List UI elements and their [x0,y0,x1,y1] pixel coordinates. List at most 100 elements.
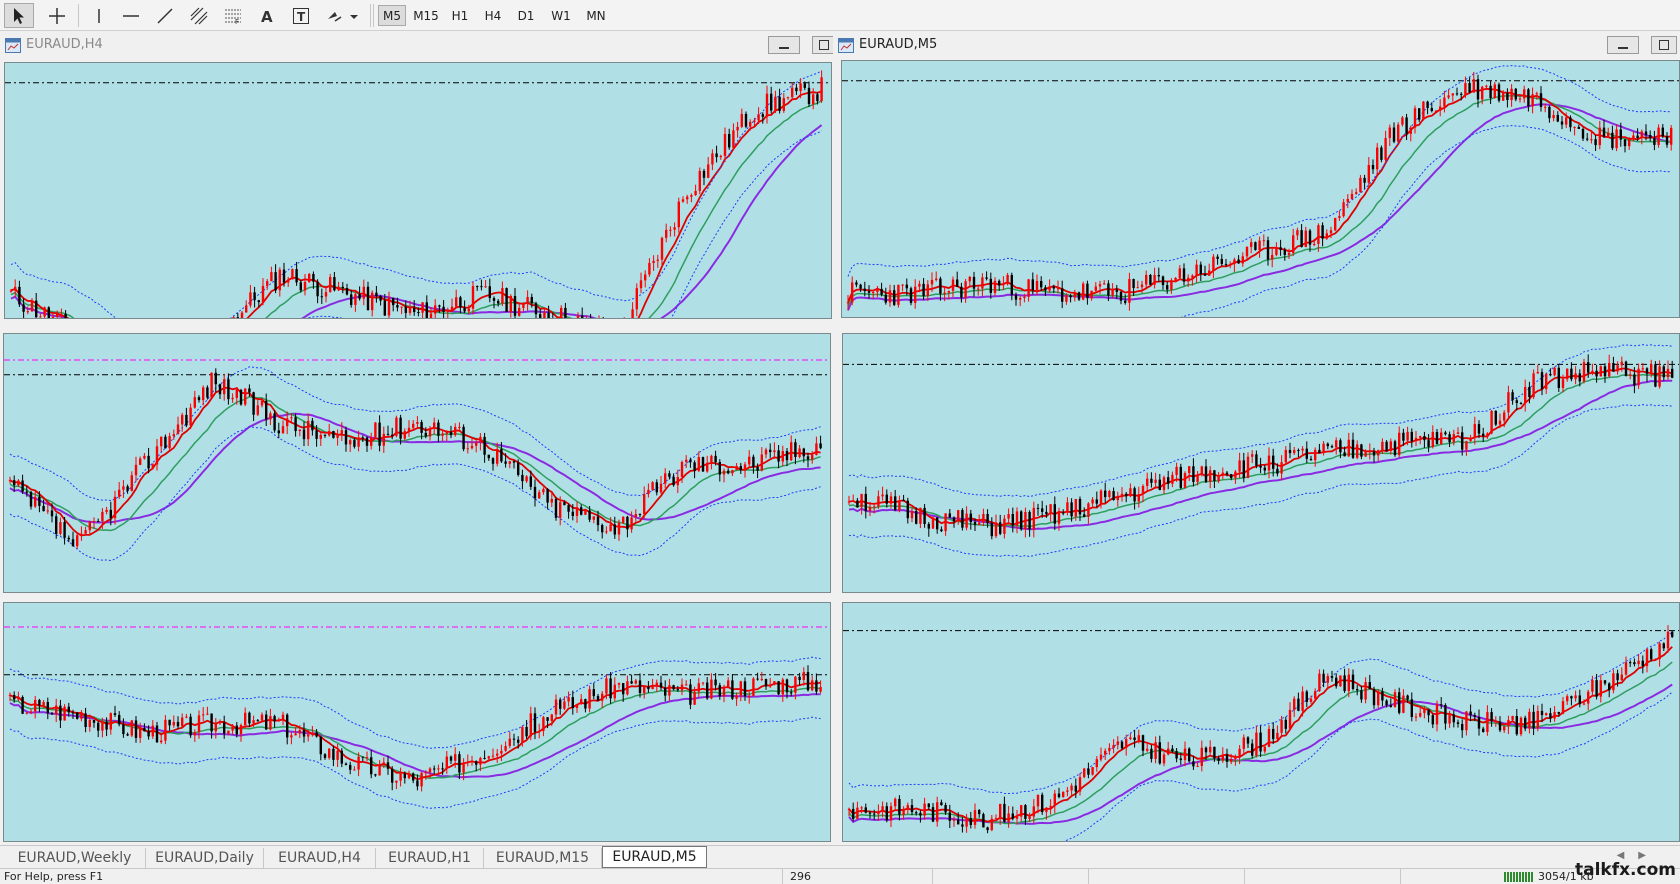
candle-body [860,493,863,508]
tab-euraud-m5[interactable]: EURAUD,M5 [602,846,707,868]
timeframe-mn[interactable]: MN [580,5,612,26]
chart-window-titlebar[interactable]: EURAUD,M5 [833,31,1680,59]
candle-body [206,713,209,715]
candle-body [1376,147,1379,170]
candle-body [948,812,951,821]
cursor-arrow-icon[interactable] [4,3,34,28]
crosshair-icon[interactable] [42,3,72,28]
text-icon[interactable]: A [252,3,282,28]
candle-body [1502,93,1505,101]
timeframe-w1[interactable]: W1 [545,5,577,26]
candle-body [442,306,445,312]
candle-body [864,807,867,813]
tab-euraud-daily[interactable]: EURAUD,Daily [146,848,264,868]
candle-body [151,725,154,737]
candle-body [1570,696,1573,699]
chart-plot-area[interactable] [842,333,1680,593]
tab-euraud-weekly[interactable]: EURAUD,Weekly [4,848,146,868]
timeframe-h1[interactable]: H1 [446,5,474,26]
candle-body [29,492,33,507]
candle-body [851,282,854,303]
timeframe-d1[interactable]: D1 [512,5,540,26]
candle-body [1602,127,1606,137]
candle-body [1574,373,1577,380]
equidistant-channel-icon[interactable] [184,3,214,28]
chart-window-titlebar[interactable]: EURAUD,H4 [0,31,833,59]
chart-window-3[interactable] [0,331,833,596]
maximize-button[interactable] [1651,36,1677,54]
fibonacci-icon[interactable]: F [218,3,248,28]
candle-body [287,279,290,283]
tab-euraud-h4[interactable]: EURAUD,H4 [264,848,376,868]
chart-plot-area[interactable] [3,602,831,842]
chart-window-6[interactable] [833,600,1680,844]
chart-plot-area[interactable] [841,60,1680,318]
candle-body [319,736,322,755]
candle-body [1616,673,1619,681]
candle-body [643,494,646,515]
tab-euraud-h1[interactable]: EURAUD,H1 [376,848,484,868]
status-divider [1244,869,1245,884]
candle-body [1095,499,1098,504]
candle-body [563,502,566,506]
chart-plot-area[interactable] [3,333,831,593]
minimize-button[interactable] [1607,36,1639,54]
candle-body [1048,286,1051,291]
candle-body [484,286,487,288]
chart-window-4[interactable] [833,331,1680,596]
candle-body [852,500,855,502]
timeframe-m15[interactable]: M15 [410,5,442,26]
candle-body [176,721,180,727]
candle-body [585,318,587,319]
candle-body [1435,432,1439,444]
candle-body [1363,177,1366,183]
candle-body [782,98,785,111]
candle-body [791,87,794,98]
candle-body [1338,216,1341,218]
candle-body [508,461,511,464]
candle-body [1066,790,1069,792]
candle-body [847,501,851,503]
candle-body [164,436,167,449]
candle-body [1175,751,1178,759]
candle-body [509,296,512,312]
candle-body [968,276,971,282]
maximize-button[interactable] [812,36,833,54]
arrows-icon[interactable] [322,3,362,28]
candle-body [1368,682,1371,689]
candle-body [358,294,361,299]
candle-body [543,312,546,318]
text-label-icon[interactable]: T [286,3,316,28]
timeframe-m5[interactable]: M5 [378,5,406,26]
candle-body [1225,754,1229,762]
candle-body [1654,659,1657,661]
candle-body [1057,793,1061,798]
minimize-button[interactable] [768,36,800,54]
candle-body [547,312,550,318]
horizontal-line-icon[interactable] [116,3,146,28]
candle-body [1237,259,1240,264]
candle-body [404,306,407,313]
chart-window-5[interactable] [0,600,833,844]
trend-line-icon[interactable] [150,3,180,28]
candle-body [407,773,411,779]
candle-body [403,773,406,779]
candle-body [673,227,676,230]
candle-body [463,307,466,312]
candle-body [160,740,163,743]
candle-body [1398,432,1401,456]
candle-body [927,803,930,808]
chart-window-h4[interactable]: EURAUD,H4 [0,31,833,331]
timeframe-h4[interactable]: H4 [479,5,507,26]
chart-window-m5[interactable]: EURAUD,M5 [833,31,1680,331]
candle-body [395,417,398,436]
candle-body [378,764,381,776]
chart-window-icon [5,38,21,53]
chart-plot-area[interactable] [842,602,1680,842]
candle-body [294,417,297,432]
tab-euraud-m15[interactable]: EURAUD,M15 [484,848,602,868]
chart-plot-area[interactable] [4,62,832,319]
candle-body [521,474,524,482]
vertical-line-icon[interactable] [84,3,114,28]
candle-body [655,682,658,686]
